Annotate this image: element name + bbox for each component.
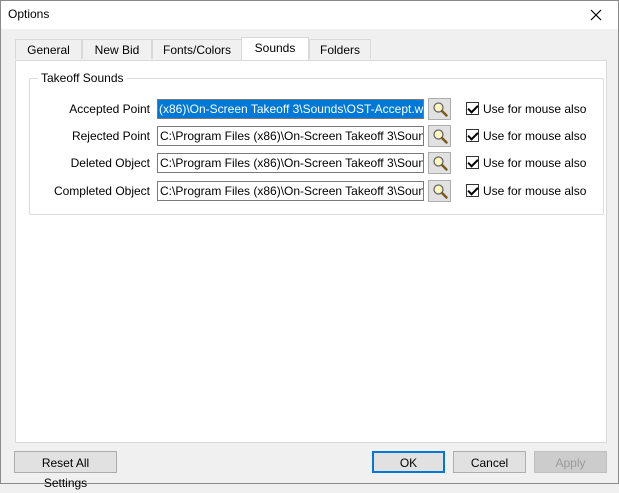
tab-label: Sounds	[254, 41, 296, 55]
magnifier-icon	[432, 129, 448, 144]
magnifier-icon	[432, 156, 448, 171]
rejected-point-path-input[interactable]: C:\Program Files (x86)\On-Screen Takeoff…	[157, 126, 424, 146]
accepted-point-path-input[interactable]: (x86)\On-Screen Takeoff 3\Sounds\OST-Acc…	[157, 99, 424, 119]
tab-general[interactable]: General	[15, 39, 82, 59]
completed-object-path-input[interactable]: C:\Program Files (x86)\On-Screen Takeoff…	[157, 181, 424, 201]
deleted-object-mouse-checkbox[interactable]	[466, 156, 479, 169]
tab-label: Folders	[319, 43, 360, 57]
tab-new-bid[interactable]: New Bid	[82, 39, 152, 59]
apply-button[interactable]: Apply	[534, 451, 607, 473]
completed-object-label: Completed Object	[53, 184, 150, 198]
takeoff-sounds-group: Takeoff Sounds Accepted Point (x86)\On-S…	[29, 71, 604, 215]
group-title: Takeoff Sounds	[38, 71, 127, 85]
cancel-button[interactable]: Cancel	[453, 451, 526, 473]
rejected-point-label: Rejected Point	[71, 129, 150, 143]
magnifier-icon	[432, 184, 448, 199]
rejected-point-mouse-checkbox[interactable]	[466, 129, 479, 142]
checkbox-label: Use for mouse also	[483, 184, 587, 198]
tab-sounds[interactable]: Sounds	[241, 37, 309, 60]
reset-all-settings-button[interactable]: Reset All Settings	[14, 451, 117, 490]
options-dialog: Options General New Bid Fonts/Colors Sou…	[0, 0, 619, 490]
window-title: Options	[8, 7, 50, 21]
path-text: C:\Program Files (x86)\On-Screen Takeoff…	[160, 184, 424, 198]
deleted-object-browse-button[interactable]	[428, 152, 451, 174]
checkbox-label: Use for mouse also	[483, 156, 587, 170]
accepted-point-label: Accepted Point	[69, 102, 150, 116]
ok-button[interactable]: OK	[372, 451, 445, 473]
tab-label: General	[27, 43, 70, 57]
checkbox-label: Use for mouse also	[483, 102, 587, 116]
close-button[interactable]	[574, 1, 618, 29]
accepted-point-browse-button[interactable]	[428, 98, 451, 120]
title-bar: Options	[1, 1, 618, 29]
accepted-point-mouse-checkbox[interactable]	[466, 102, 479, 115]
magnifier-icon	[432, 102, 448, 117]
deleted-object-label: Deleted Object	[70, 156, 150, 170]
path-text: C:\Program Files (x86)\On-Screen Takeoff…	[160, 156, 424, 170]
tab-label: Fonts/Colors	[162, 43, 232, 57]
deleted-object-path-input[interactable]: C:\Program Files (x86)\On-Screen Takeoff…	[157, 153, 424, 173]
checkbox-label: Use for mouse also	[483, 129, 587, 143]
completed-object-browse-button[interactable]	[428, 180, 451, 202]
rejected-point-browse-button[interactable]	[428, 125, 451, 147]
tab-label: New Bid	[94, 43, 140, 57]
sounds-panel: Takeoff Sounds Accepted Point (x86)\On-S…	[15, 60, 607, 443]
completed-object-mouse-checkbox[interactable]	[466, 184, 479, 197]
path-text: (x86)\On-Screen Takeoff 3\Sounds\OST-Acc…	[158, 100, 423, 118]
path-text: C:\Program Files (x86)\On-Screen Takeoff…	[160, 129, 424, 143]
tab-fonts-colors[interactable]: Fonts/Colors	[152, 39, 242, 59]
tab-folders[interactable]: Folders	[309, 39, 371, 59]
close-icon	[590, 9, 602, 21]
